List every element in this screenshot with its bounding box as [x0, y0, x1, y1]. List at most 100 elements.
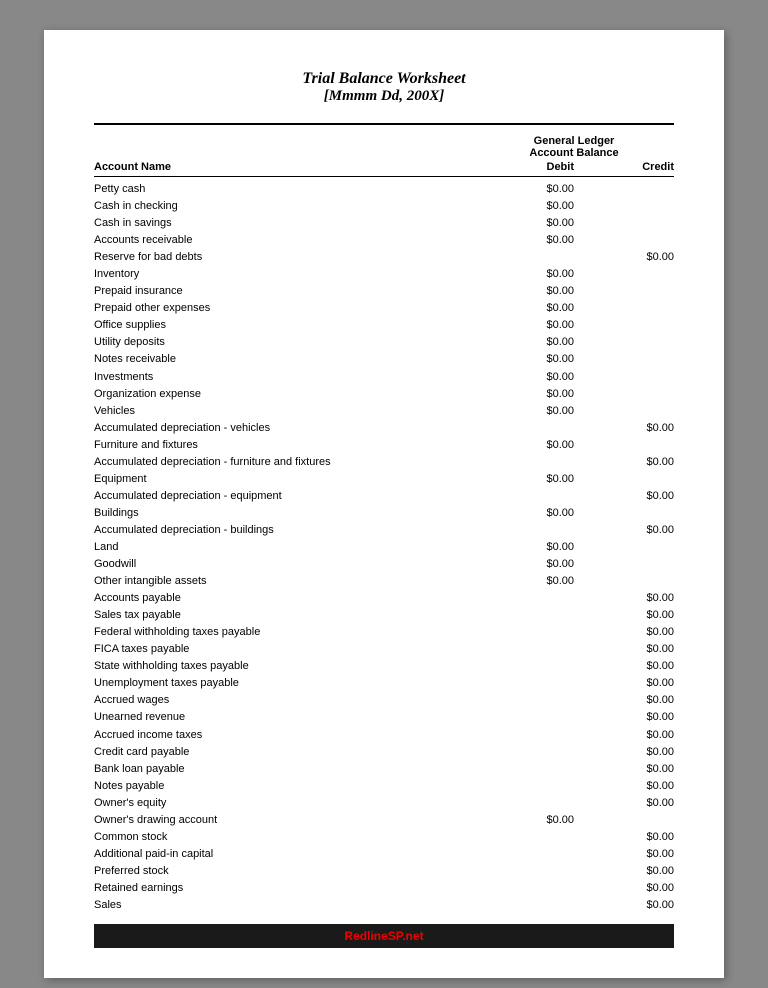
row-debit: $0.00 [474, 471, 574, 488]
table-row: Preferred stock $0.00 [94, 863, 674, 880]
ledger-balance-header: General Ledger Account Balance [474, 135, 674, 159]
table-row: Office supplies$0.00 [94, 317, 674, 334]
row-credit: $0.00 [574, 692, 674, 709]
column-group-headers: General Ledger Account Balance [94, 135, 674, 159]
row-account-name: Land [94, 539, 474, 556]
row-account-name: FICA taxes payable [94, 641, 474, 658]
row-credit: $0.00 [574, 249, 674, 266]
row-credit: $0.00 [574, 658, 674, 675]
table-row: Accrued wages$0.00 [94, 692, 674, 709]
row-account-name: Accounts payable [94, 590, 474, 607]
row-debit: $0.00 [474, 556, 574, 573]
table-row: Organization expense$0.00 [94, 386, 674, 403]
row-account-name: Sales [94, 897, 474, 914]
footer-brand-red: Redline [344, 929, 387, 943]
table-row: Sales $0.00 [94, 897, 674, 914]
row-account-name: Buildings [94, 505, 474, 522]
row-account-name: Unearned revenue [94, 709, 474, 726]
row-account-name: Inventory [94, 266, 474, 283]
row-debit: $0.00 [474, 215, 574, 232]
row-account-name: Goodwill [94, 556, 474, 573]
row-account-name: Retained earnings [94, 880, 474, 897]
account-balance-label: Account Balance [474, 147, 674, 159]
worksheet-title: Trial Balance Worksheet [94, 70, 674, 88]
row-account-name: Prepaid insurance [94, 283, 474, 300]
page: Trial Balance Worksheet [Mmmm Dd, 200X] … [44, 30, 724, 978]
row-credit: $0.00 [574, 420, 674, 437]
table-row: Owner's equity $0.00 [94, 795, 674, 812]
table-row: Prepaid insurance$0.00 [94, 283, 674, 300]
table-row: Utility deposits$0.00 [94, 334, 674, 351]
account-name-header: Account Name [94, 161, 474, 173]
row-account-name: Credit card payable [94, 744, 474, 761]
table-row: Petty cash$0.00 [94, 181, 674, 198]
row-account-name: Cash in checking [94, 198, 474, 215]
table-row: Accounts payable $0.00 [94, 590, 674, 607]
table-row: Accrued income taxes $0.00 [94, 727, 674, 744]
row-account-name: Notes receivable [94, 351, 474, 368]
table-row: Cash in checking$0.00 [94, 198, 674, 215]
row-debit: $0.00 [474, 317, 574, 334]
table-row: Credit card payable $0.00 [94, 744, 674, 761]
row-credit: $0.00 [574, 590, 674, 607]
row-account-name: Accumulated depreciation - buildings [94, 522, 474, 539]
row-credit: $0.00 [574, 641, 674, 658]
row-debit: $0.00 [474, 369, 574, 386]
general-ledger-label: General Ledger [474, 135, 674, 147]
row-credit: $0.00 [574, 522, 674, 539]
row-credit: $0.00 [574, 897, 674, 914]
table-row: Accumulated depreciation - vehicles$0.00 [94, 420, 674, 437]
row-debit: $0.00 [474, 539, 574, 556]
row-account-name: Reserve for bad debts [94, 249, 474, 266]
row-credit: $0.00 [574, 778, 674, 795]
table-row: Reserve for bad debts $0.00 [94, 249, 674, 266]
table-row: Prepaid other expenses$0.00 [94, 300, 674, 317]
table-row: Vehicles$0.00 [94, 403, 674, 420]
row-credit: $0.00 [574, 744, 674, 761]
row-account-name: Other intangible assets [94, 573, 474, 590]
row-account-name: Owner's equity [94, 795, 474, 812]
row-credit: $0.00 [574, 880, 674, 897]
row-account-name: Bank loan payable [94, 761, 474, 778]
row-credit: $0.00 [574, 607, 674, 624]
table-row: Land$0.00 [94, 539, 674, 556]
row-debit: $0.00 [474, 351, 574, 368]
table-row: Retained earnings $0.00 [94, 880, 674, 897]
row-debit: $0.00 [474, 812, 574, 829]
table-row: Equipment$0.00 [94, 471, 674, 488]
table-row: Buildings$0.00 [94, 505, 674, 522]
row-debit: $0.00 [474, 300, 574, 317]
row-credit: $0.00 [574, 795, 674, 812]
table-row: Cash in savings$0.00 [94, 215, 674, 232]
row-account-name: Additional paid-in capital [94, 846, 474, 863]
table-row: Unearned revenue $0.00 [94, 709, 674, 726]
row-account-name: Accumulated depreciation - equipment [94, 488, 474, 505]
row-account-name: Office supplies [94, 317, 474, 334]
credit-header: Credit [574, 161, 674, 173]
column-subheaders: Account Name Debit Credit [94, 161, 674, 177]
table-row: Goodwill$0.00 [94, 556, 674, 573]
row-account-name: Vehicles [94, 403, 474, 420]
row-debit: $0.00 [474, 283, 574, 300]
table-row: Bank loan payable$0.00 [94, 761, 674, 778]
row-account-name: Accrued income taxes [94, 727, 474, 744]
row-credit: $0.00 [574, 454, 674, 471]
row-credit: $0.00 [574, 863, 674, 880]
row-credit: $0.00 [574, 727, 674, 744]
row-account-name: Unemployment taxes payable [94, 675, 474, 692]
table-row: Furniture and fixtures$0.00 [94, 437, 674, 454]
table-row: Accumulated depreciation - furniture and… [94, 454, 674, 471]
row-account-name: Preferred stock [94, 863, 474, 880]
row-account-name: Furniture and fixtures [94, 437, 474, 454]
row-account-name: Prepaid other expenses [94, 300, 474, 317]
row-account-name: Accounts receivable [94, 232, 474, 249]
row-credit: $0.00 [574, 709, 674, 726]
row-account-name: State withholding taxes payable [94, 658, 474, 675]
row-account-name: Federal withholding taxes payable [94, 624, 474, 641]
row-debit: $0.00 [474, 437, 574, 454]
row-account-name: Investments [94, 369, 474, 386]
title-block: Trial Balance Worksheet [Mmmm Dd, 200X] [94, 70, 674, 105]
row-credit: $0.00 [574, 675, 674, 692]
table-row: Inventory$0.00 [94, 266, 674, 283]
row-account-name: Cash in savings [94, 215, 474, 232]
